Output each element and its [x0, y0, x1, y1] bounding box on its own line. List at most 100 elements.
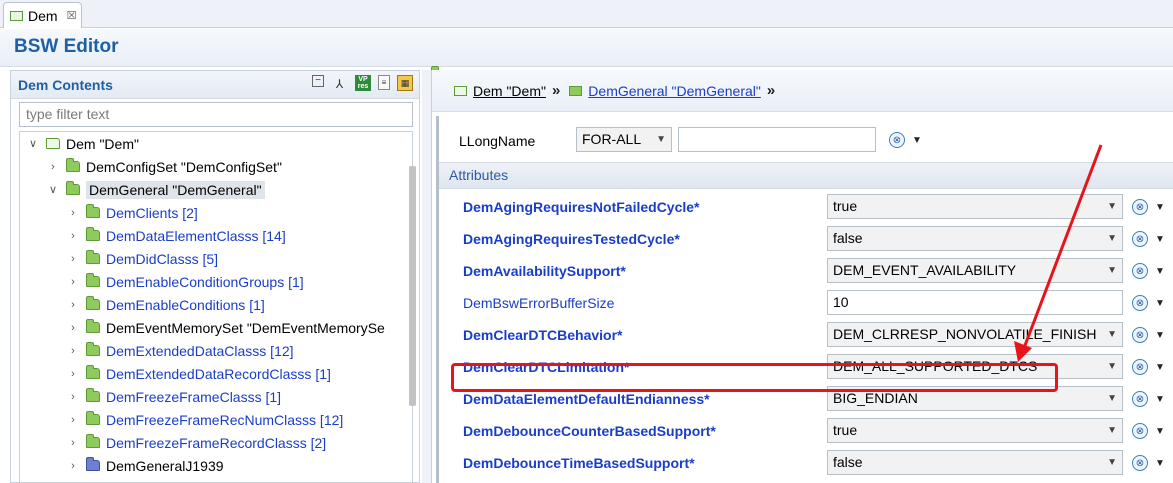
chevron-down-icon[interactable]: ∨ — [46, 183, 60, 196]
tree-scrollbar[interactable] — [409, 166, 416, 406]
action-icon[interactable]: ⊗ — [1132, 327, 1148, 343]
folder-icon — [86, 250, 100, 264]
chevron-down-icon[interactable]: ▼ — [1155, 426, 1165, 437]
chevron-right-icon[interactable]: › — [66, 437, 80, 449]
folder-icon — [86, 411, 100, 425]
chevron-down-icon[interactable]: ▼ — [1155, 266, 1165, 277]
action-icon[interactable]: ⊗ — [1132, 423, 1148, 439]
tree-item[interactable]: › DemFreezeFrameRecordClasss [2] — [66, 431, 326, 454]
attribute-row: DemDataElementDefaultEndianness* BIG_ENDI… — [439, 383, 1173, 415]
breadcrumb-item-dem[interactable]: Dem "Dem" — [473, 83, 546, 99]
longname-row: LLongName FOR-ALL ▼ ⊗ ▼ — [439, 124, 1173, 156]
attribute-select[interactable]: BIG_ENDIAN ▼ — [827, 386, 1123, 411]
attribute-select[interactable]: DEM_EVENT_AVAILABILITY ▼ — [827, 258, 1123, 283]
action-icon[interactable]: ⊗ — [889, 132, 905, 148]
attribute-select[interactable]: true ▼ — [827, 418, 1123, 443]
tree-item[interactable]: › DemExtendedDataRecordClasss [1] — [66, 362, 331, 385]
tree-item-label: DemClients [2] — [106, 204, 198, 221]
action-icon[interactable]: ⊗ — [1132, 295, 1148, 311]
attributes-header[interactable]: Attributes — [439, 163, 1173, 189]
tab-dem[interactable]: Dem ☒ — [3, 2, 82, 28]
folder-icon — [86, 273, 100, 287]
chevron-down-icon[interactable]: ∨ — [26, 137, 40, 150]
attribute-select[interactable]: true ▼ — [827, 194, 1123, 219]
action-icon[interactable]: ⊗ — [1132, 263, 1148, 279]
chevron-down-icon[interactable]: ▼ — [1155, 234, 1165, 245]
grid-icon[interactable]: ▦ — [397, 75, 413, 91]
chevron-right-icon[interactable]: › — [66, 368, 80, 380]
tree-item[interactable]: › DemEnableConditions [1] — [66, 293, 265, 316]
tree-item-label: DemGeneral "DemGeneral" — [86, 180, 265, 199]
chevron-down-icon: ▼ — [1107, 233, 1117, 244]
chevron-right-icon[interactable]: › — [66, 207, 80, 219]
tree-item-label: DemExtendedDataRecordClasss [1] — [106, 365, 331, 382]
chevron-right-icon[interactable]: › — [46, 161, 60, 173]
chevron-down-icon[interactable]: ▼ — [912, 135, 922, 146]
tree-item[interactable]: ∨ DemGeneral "DemGeneral" — [46, 178, 265, 201]
tree-item[interactable]: › DemEnableConditionGroups [1] — [66, 270, 304, 293]
chevron-right-icon[interactable]: › — [66, 414, 80, 426]
chevron-right-icon[interactable]: › — [66, 345, 80, 357]
chevron-down-icon[interactable]: ▼ — [1155, 458, 1165, 469]
tree-item[interactable]: › DemFreezeFrameRecNumClasss [12] — [66, 408, 343, 431]
attribute-select[interactable]: false ▼ — [827, 450, 1123, 475]
attribute-select[interactable]: DEM_CLRRESP_NONVOLATILE_FINISH ▼ — [827, 322, 1123, 347]
chevron-down-icon[interactable]: ▼ — [1155, 202, 1165, 213]
chevron-right-icon[interactable]: › — [66, 322, 80, 334]
longname-input[interactable] — [678, 127, 876, 152]
attribute-input[interactable]: 10 — [827, 290, 1123, 315]
action-icon[interactable]: ⊗ — [1132, 359, 1148, 375]
tree-item[interactable]: › DemExtendedDataClasss [12] — [66, 339, 294, 362]
action-icon[interactable]: ⊗ — [1132, 455, 1148, 471]
attribute-value: DEM_EVENT_AVAILABILITY — [833, 262, 1017, 278]
tree-item-label: Dem "Dem" — [66, 135, 139, 152]
attribute-value: DEM_CLRRESP_NONVOLATILE_FINISH — [833, 326, 1097, 342]
filter-field[interactable] — [19, 102, 413, 127]
chevron-down-icon[interactable]: ▼ — [1155, 298, 1165, 309]
tree-item[interactable]: › DemClients [2] — [66, 201, 198, 224]
chevron-right-icon[interactable]: › — [66, 230, 80, 242]
tree-item[interactable]: › DemDataElementClasss [14] — [66, 224, 286, 247]
attribute-row: DemDebounceTimeBasedSupport* false ▼ ⊗ ▼ — [439, 447, 1173, 479]
vp-res-icon[interactable]: VP res — [355, 75, 371, 91]
chevron-right-icon[interactable]: › — [66, 299, 80, 311]
tree-item[interactable]: › DemGeneralJ1939 — [66, 454, 224, 477]
hierarchy-icon[interactable]: ⅄ — [331, 75, 348, 92]
breadcrumb-item-demgeneral[interactable]: DemGeneral "DemGeneral" — [588, 83, 761, 99]
attributes-section: Attributes DemAgingRequiresNotFailedCycl… — [439, 162, 1173, 483]
chevron-down-icon: ▼ — [1107, 393, 1117, 404]
module-icon — [10, 10, 23, 21]
chevron-right-icon[interactable]: › — [66, 460, 80, 472]
collapse-all-icon[interactable]: − — [312, 75, 324, 87]
attribute-name: DemDataElementDefaultEndianness* — [463, 391, 710, 407]
tree-item[interactable]: › DemConfigSet "DemConfigSet" — [46, 155, 282, 178]
action-icon[interactable]: ⊗ — [1132, 231, 1148, 247]
panel-splitter[interactable] — [422, 70, 431, 483]
close-icon[interactable]: ☒ — [67, 9, 77, 22]
tree-item[interactable]: ∨ Dem "Dem" — [26, 132, 139, 155]
language-select[interactable]: FOR-ALL ▼ — [576, 127, 672, 152]
tree-item-label: DemEventMemorySet "DemEventMemorySe — [106, 319, 385, 336]
contents-tree[interactable]: ∨ Dem "Dem" › DemConfigSet "DemConfigSet" ∨ D… — [19, 131, 413, 483]
action-icon[interactable]: ⊗ — [1132, 391, 1148, 407]
chevron-down-icon[interactable]: ▼ — [1155, 330, 1165, 341]
attribute-name: DemAgingRequiresTestedCycle* — [463, 231, 680, 247]
attribute-select[interactable]: false ▼ — [827, 226, 1123, 251]
chevron-right-icon[interactable]: › — [66, 391, 80, 403]
folder-icon — [46, 138, 60, 149]
chevron-right-icon[interactable]: › — [66, 276, 80, 288]
tree-item[interactable]: › DemFreezeFrameClasss [1] — [66, 385, 281, 408]
attribute-select[interactable]: DEM_ALL_SUPPORTED_DTCS ▼ — [827, 354, 1123, 379]
tree-item[interactable]: › DemDidClasss [5] — [66, 247, 218, 270]
document-icon[interactable]: ≡ — [378, 75, 390, 90]
attribute-name: DemBswErrorBufferSize — [463, 295, 615, 311]
filter-input[interactable] — [26, 106, 412, 122]
chevron-right-icon[interactable]: › — [66, 253, 80, 265]
tree-item[interactable]: › DemEventMemorySet "DemEventMemorySe — [66, 316, 385, 339]
module-icon — [454, 85, 467, 96]
chevron-down-icon[interactable]: ▼ — [1155, 394, 1165, 405]
action-icon[interactable]: ⊗ — [1132, 199, 1148, 215]
chevron-down-icon[interactable]: ▼ — [1155, 362, 1165, 373]
folder-icon — [86, 319, 100, 333]
chevron-down-icon: ▼ — [1107, 457, 1117, 468]
